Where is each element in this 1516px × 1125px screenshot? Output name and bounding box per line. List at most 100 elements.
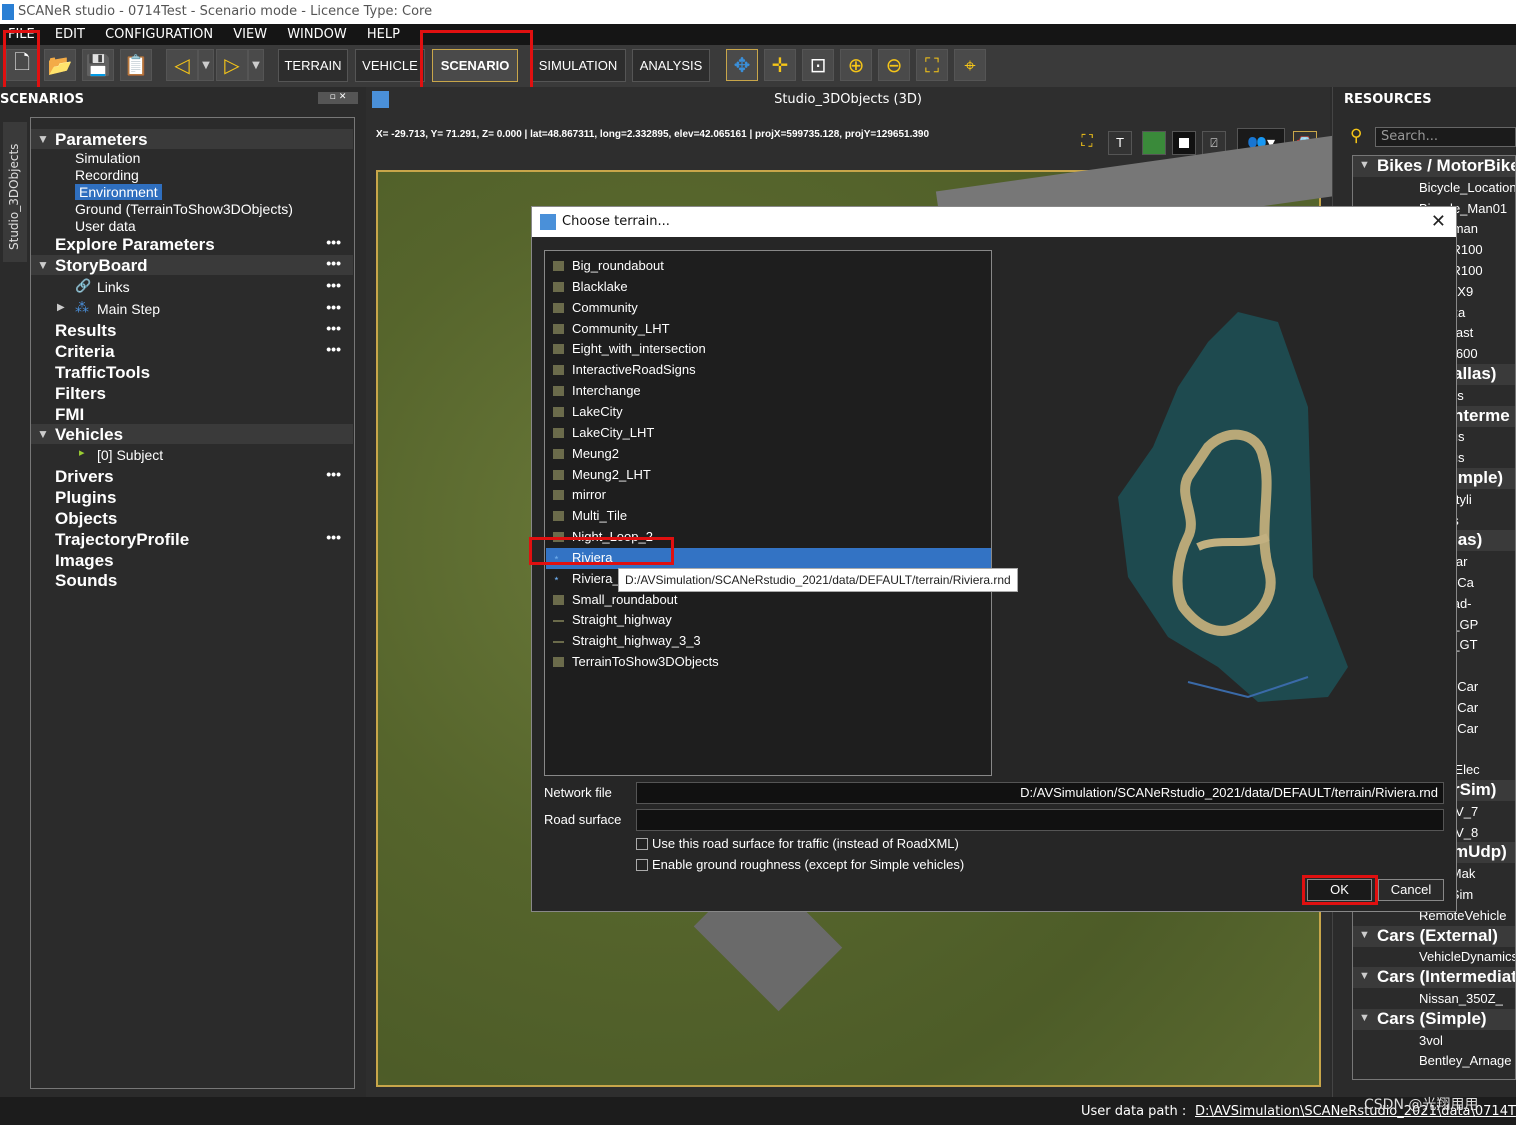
terrain-item[interactable]: Community xyxy=(546,298,991,319)
more-options-icon[interactable]: ••• xyxy=(326,255,341,271)
terrain-item[interactable]: Interchange xyxy=(546,381,991,402)
focus-icon[interactable]: ⛶ xyxy=(1075,131,1099,155)
tree-item-vehicles[interactable]: ▼ Vehicles xyxy=(31,424,353,444)
tree-item--0-subject[interactable]: ▸ [0] Subject xyxy=(31,445,353,465)
mode-vehicle[interactable]: VEHICLE xyxy=(355,49,425,82)
center-button[interactable]: ⌖ xyxy=(954,49,986,81)
terrain-item[interactable]: Straight_highway_3_3 xyxy=(546,631,991,652)
redo-button[interactable]: ▷ xyxy=(216,49,248,81)
resource-item[interactable]: 3vol xyxy=(1353,1030,1515,1051)
new-file-button[interactable]: 🗋 xyxy=(6,49,38,81)
terrain-item[interactable]: ⋆ Riviera xyxy=(546,547,991,569)
expand-arrow-icon[interactable]: ▼ xyxy=(1359,929,1370,941)
resource-category[interactable]: ▼ Cars (External) xyxy=(1353,925,1515,947)
more-options-icon[interactable]: ••• xyxy=(326,277,341,293)
notes-button[interactable]: 📋 xyxy=(120,49,152,81)
tree-item-filters[interactable]: Filters xyxy=(31,383,353,403)
terrain-item[interactable]: Big_roundabout xyxy=(546,256,991,277)
terrain-item[interactable]: mirror xyxy=(546,485,991,506)
tree-item-plugins[interactable]: Plugins xyxy=(31,487,353,507)
tree-item-fmi[interactable]: FMI xyxy=(31,404,353,424)
resource-item[interactable]: Bicycle_Location xyxy=(1353,177,1515,198)
menu-configuration[interactable]: CONFIGURATION xyxy=(97,24,221,45)
mode-terrain[interactable]: TERRAIN xyxy=(278,49,348,82)
panel-controls[interactable]: ▫ ✕ xyxy=(318,92,358,104)
redo-dropdown[interactable]: ▼ xyxy=(248,49,264,81)
terrain-item[interactable]: Multi_Tile xyxy=(546,506,991,527)
resource-item[interactable]: VehicleDynamics xyxy=(1353,946,1515,967)
open-file-button[interactable]: 📂 xyxy=(44,49,76,81)
white-square-icon[interactable] xyxy=(1172,131,1196,155)
tree-item-images[interactable]: Images xyxy=(31,550,353,570)
ground-roughness-checkbox[interactable] xyxy=(636,859,648,871)
pan-tool-button[interactable]: ✛ xyxy=(764,49,796,81)
terrain-item[interactable]: Night_Loop_2 xyxy=(546,527,991,548)
tree-item-traffictools[interactable]: TrafficTools xyxy=(31,362,353,382)
more-options-icon[interactable]: ••• xyxy=(326,529,341,545)
traffic-road-surface-checkbox[interactable] xyxy=(636,838,648,850)
tree-item-criteria[interactable]: Criteria ••• xyxy=(31,341,353,361)
terrain-item[interactable]: TerrainToShow3DObjects xyxy=(546,652,991,673)
tree-item-links[interactable]: 🔗 Links ••• xyxy=(31,277,353,297)
more-options-icon[interactable]: ••• xyxy=(326,299,341,315)
zoom-in-button[interactable]: ⊕ xyxy=(840,49,872,81)
tree-item-storyboard[interactable]: ▼ StoryBoard ••• xyxy=(31,255,353,275)
more-options-icon[interactable]: ••• xyxy=(326,341,341,357)
expand-arrow-icon[interactable]: ▼ xyxy=(1359,159,1370,171)
undo-dropdown[interactable]: ▼ xyxy=(198,49,214,81)
menu-view[interactable]: VIEW xyxy=(225,24,275,45)
save-button[interactable]: 💾 xyxy=(82,49,114,81)
expand-arrow-icon[interactable]: ▶ xyxy=(57,302,65,313)
undo-button[interactable]: ◁ xyxy=(166,49,198,81)
terrain-item[interactable]: Meung2_LHT xyxy=(546,465,991,486)
select-tool-button[interactable]: ✥ xyxy=(726,49,758,81)
more-options-icon[interactable]: ••• xyxy=(326,320,341,336)
terrain-item[interactable]: Small_roundabout xyxy=(546,590,991,611)
frame-button[interactable]: ⛶ xyxy=(916,49,948,81)
tree-item-objects[interactable]: Objects xyxy=(31,508,353,528)
mode-simulation[interactable]: SIMULATION xyxy=(530,49,626,82)
menu-file[interactable]: FILE xyxy=(0,24,43,45)
resource-item[interactable]: Bentley_Arnage xyxy=(1353,1050,1515,1071)
tree-item-results[interactable]: Results ••• xyxy=(31,320,353,340)
cancel-button[interactable]: Cancel xyxy=(1378,879,1444,901)
mode-analysis[interactable]: ANALYSIS xyxy=(632,49,710,82)
menu-window[interactable]: WINDOW xyxy=(279,24,355,45)
resource-item[interactable]: Nissan_350Z_ xyxy=(1353,988,1515,1009)
expand-arrow-icon[interactable]: ▼ xyxy=(37,258,49,272)
terrain-item[interactable]: Meung2 xyxy=(546,444,991,465)
close-icon[interactable]: ✕ xyxy=(1431,207,1446,237)
terrain-item[interactable]: InteractiveRoadSigns xyxy=(546,360,991,381)
zoom-out-button[interactable]: ⊖ xyxy=(878,49,910,81)
text-toggle-icon[interactable]: T xyxy=(1108,131,1132,155)
tree-item-parameters[interactable]: ▼ Parameters xyxy=(31,129,353,149)
green-toggle-icon[interactable] xyxy=(1142,131,1166,155)
menu-help[interactable]: HELP xyxy=(359,24,408,45)
expand-arrow-icon[interactable]: ▼ xyxy=(37,427,49,441)
terrain-item[interactable]: Community_LHT xyxy=(546,319,991,340)
tree-item-explore-parameters[interactable]: Explore Parameters ••• xyxy=(31,234,353,254)
menu-edit[interactable]: EDIT xyxy=(47,24,93,45)
terrain-item[interactable]: Eight_with_intersection xyxy=(546,339,991,360)
more-options-icon[interactable]: ••• xyxy=(326,466,341,482)
resources-search-input[interactable]: Search... xyxy=(1375,127,1516,147)
network-file-field[interactable]: D:/AVSimulation/SCANeRstudio_2021/data/D… xyxy=(636,782,1444,804)
expand-arrow-icon[interactable]: ▼ xyxy=(1359,1012,1370,1024)
resource-category[interactable]: ▼ Cars (Intermediate) xyxy=(1353,967,1515,989)
tree-item-drivers[interactable]: Drivers ••• xyxy=(31,466,353,486)
scenario-vertical-tab[interactable]: Studio_3DObjects xyxy=(3,122,27,262)
tree-item-main-step[interactable]: ▶ ⁂ Main Step ••• xyxy=(31,299,353,319)
terrain-item[interactable]: Blacklake xyxy=(546,277,991,298)
resource-category[interactable]: ▼ Bikes / MotorBikes xyxy=(1353,156,1515,177)
expand-arrow-icon[interactable]: ▼ xyxy=(37,132,49,146)
road-surface-field[interactable] xyxy=(636,809,1444,831)
terrain-item[interactable]: Straight_highway xyxy=(546,610,991,631)
ok-button[interactable]: OK xyxy=(1307,879,1372,901)
mode-scenario[interactable]: SCENARIO xyxy=(432,49,518,82)
more-options-icon[interactable]: ••• xyxy=(326,234,341,250)
zoom-fit-button[interactable]: ⊡ xyxy=(802,49,834,81)
tree-item-trajectoryprofile[interactable]: TrajectoryProfile ••• xyxy=(31,529,353,549)
resource-category[interactable]: ▼ Cars (Simple) xyxy=(1353,1008,1515,1030)
terrain-item[interactable]: LakeCity_LHT xyxy=(546,423,991,444)
tree-item-sounds[interactable]: Sounds xyxy=(31,570,353,590)
